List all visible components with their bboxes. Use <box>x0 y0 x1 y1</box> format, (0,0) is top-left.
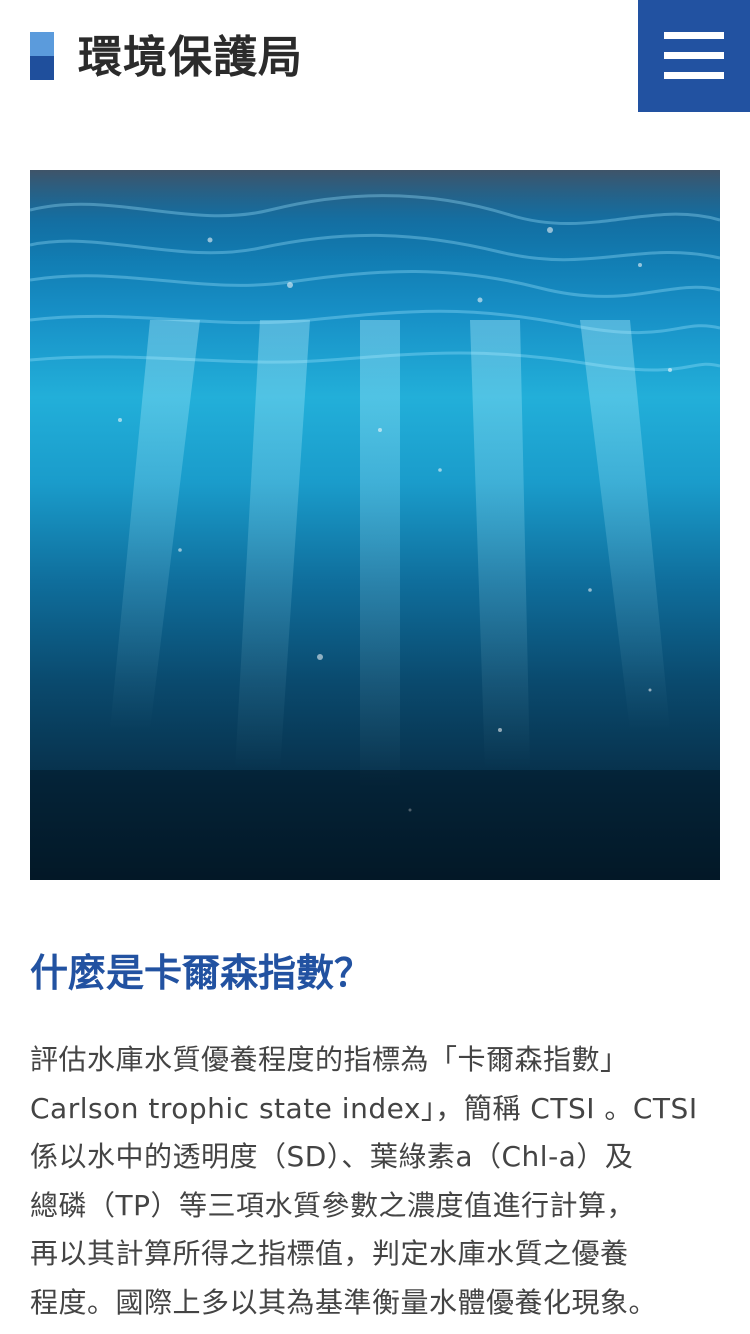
menu-bar-2 <box>664 52 724 59</box>
site-header: 環境保護局 <box>0 0 750 112</box>
article-line: 再以其計算所得之指標值，判定水庫水質之優養 <box>30 1237 629 1270</box>
article-line: Carlson trophic state index」，簡稱 CTSI 。CT… <box>30 1091 698 1125</box>
underwater-ocean-image <box>30 170 720 880</box>
logo-square-light <box>30 32 54 56</box>
site-title[interactable]: 環境保護局 <box>78 26 303 90</box>
menu-bar-3 <box>664 72 724 79</box>
menu-bar-1 <box>664 32 724 39</box>
article-line: 係以水中的透明度（SD）、葉綠素a（Chl-a）及 <box>30 1140 634 1173</box>
logo-icon[interactable] <box>30 32 54 80</box>
logo-square-dark <box>30 56 54 80</box>
section-heading: 什麼是卡爾森指數？ <box>30 951 373 995</box>
article-body: 評估水庫水質優養程度的指標為「卡爾森指數」 Carlson trophic st… <box>30 1036 720 1334</box>
article-line: 程度。國際上多以其為基準衡量水體優養化現象。 <box>30 1285 658 1319</box>
ocean-illustration <box>30 170 720 880</box>
article-line: 總磷（TP）等三項水質參數之濃度值進行計算， <box>30 1188 635 1222</box>
article-line: 評估水庫水質優養程度的指標為「卡爾森指數」 <box>30 1043 629 1076</box>
menu-button[interactable] <box>638 0 750 112</box>
